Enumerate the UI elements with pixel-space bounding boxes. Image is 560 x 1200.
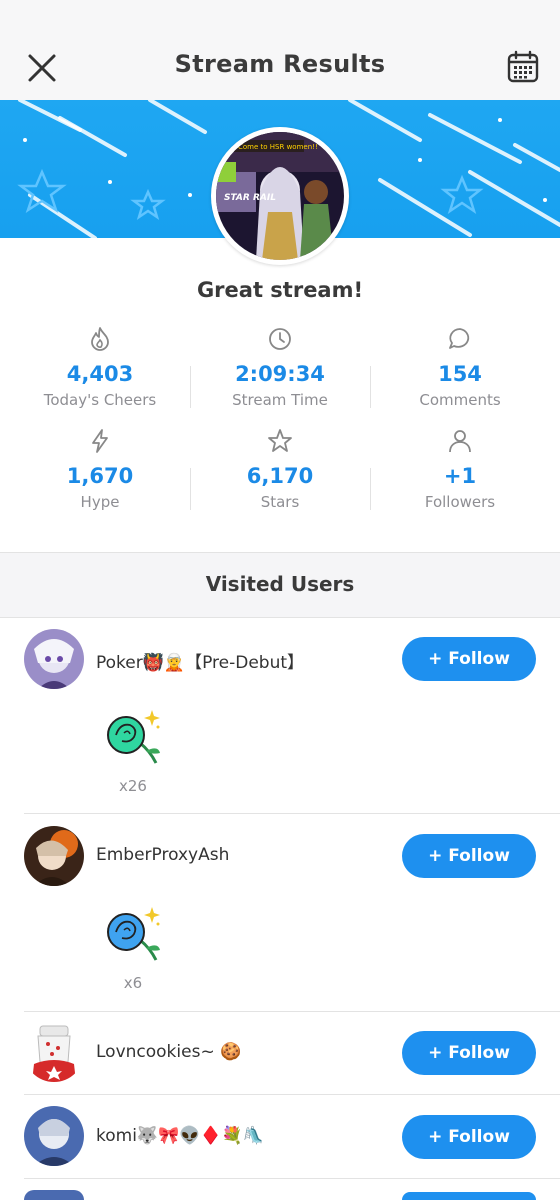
stat-value: 6,170 <box>246 464 314 488</box>
user-name[interactable]: Poker👹🧝【Pre-Debut】 <box>96 648 304 673</box>
follow-button[interactable] <box>402 1192 536 1200</box>
calendar-icon[interactable] <box>506 50 540 84</box>
avatar-logo: STAR RAIL <box>224 193 276 203</box>
stat-value: 1,670 <box>66 464 134 488</box>
avatar[interactable] <box>24 1190 84 1200</box>
stat-hype: 1,670 Hype <box>10 422 190 522</box>
stream-summary-message: Great stream! <box>196 278 364 302</box>
stat-stream-time: 2:09:34 Stream Time <box>190 320 370 420</box>
stat-value: +1 <box>443 464 477 488</box>
section-title: Visited Users <box>205 572 355 596</box>
follow-button[interactable]: + Follow <box>402 1031 536 1075</box>
user-name[interactable]: komi🐺🎀👽♦️💐🛝 <box>96 1126 264 1146</box>
stat-label: Stream Time <box>232 391 328 409</box>
stat-label: Followers <box>424 493 496 511</box>
blue-rose-icon <box>107 907 160 961</box>
flame-icon <box>91 327 109 351</box>
page-title: Stream Results <box>174 50 386 78</box>
person-icon <box>449 430 471 453</box>
row-divider <box>24 1178 560 1179</box>
divider <box>370 468 371 510</box>
divider <box>190 366 191 408</box>
avatar[interactable] <box>24 1022 84 1082</box>
stat-label: Hype <box>80 493 120 511</box>
follow-button[interactable]: + Follow <box>402 834 536 878</box>
avatar[interactable] <box>24 826 84 886</box>
top-bar: Stream Results <box>0 0 560 100</box>
stat-stars: 6,170 Stars <box>190 422 370 522</box>
stats-grid: 4,403 Today's Cheers 2:09:34 Stream Time… <box>10 320 550 525</box>
star-icon <box>268 429 292 452</box>
clock-icon <box>269 328 291 350</box>
stat-label: Comments <box>419 391 501 409</box>
follow-button[interactable]: + Follow <box>402 637 536 681</box>
row-divider <box>24 813 560 814</box>
divider <box>370 366 371 408</box>
user-name[interactable]: Lovncookies~ 🍪 <box>96 1042 241 1062</box>
green-rose-icon <box>107 710 160 764</box>
row-divider <box>24 1011 560 1012</box>
user-name[interactable]: EmberProxyAsh <box>96 845 229 865</box>
stat-followers: +1 Followers <box>370 422 550 522</box>
stat-comments: 154 Comments <box>370 320 550 420</box>
stat-value: 2:09:34 <box>235 362 325 386</box>
gift-count: x26 <box>119 777 147 795</box>
stat-label: Stars <box>260 493 300 511</box>
gift-count: x6 <box>123 974 143 992</box>
stat-cheers: 4,403 Today's Cheers <box>10 320 190 420</box>
avatar-caption: Come to HSR women!! <box>238 143 318 151</box>
stat-label: Today's Cheers <box>43 391 157 409</box>
follow-button[interactable]: + Follow <box>402 1115 536 1159</box>
divider <box>190 468 191 510</box>
comment-icon <box>449 328 470 349</box>
stat-value: 154 <box>438 362 482 386</box>
stat-value: 4,403 <box>66 362 134 386</box>
row-divider <box>24 1094 560 1095</box>
avatar[interactable] <box>24 1106 84 1166</box>
lightning-icon <box>92 429 108 453</box>
avatar[interactable] <box>24 629 84 689</box>
streamer-avatar[interactable]: Come to HSR women!! STAR RAIL <box>211 127 349 265</box>
